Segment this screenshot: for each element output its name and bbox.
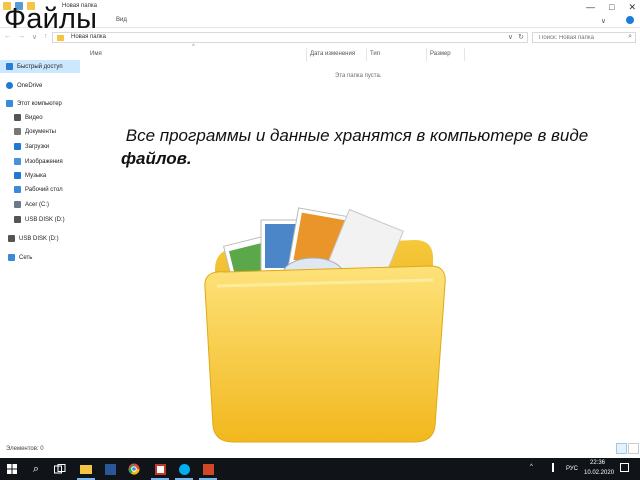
tab-view[interactable]: Вид — [116, 17, 127, 23]
sidebar-item-label: Рабочий стол — [25, 186, 63, 193]
refresh-icon[interactable]: ↻ — [518, 33, 524, 41]
star-icon — [6, 63, 13, 70]
sidebar-item-drive-c[interactable]: Acer (C:) — [0, 198, 80, 211]
column-header-name[interactable]: Имя — [90, 51, 102, 57]
column-divider[interactable] — [306, 48, 307, 61]
search-icon[interactable]: ⌕ — [628, 33, 632, 41]
search-input[interactable] — [539, 34, 619, 42]
editor-app-icon — [154, 463, 166, 475]
close-button[interactable]: ✕ — [628, 1, 636, 13]
usb-icon — [8, 235, 15, 242]
sort-arrow-icon: ^ — [192, 44, 195, 50]
pictures-icon — [14, 158, 21, 165]
maximize-button[interactable]: □ — [609, 1, 614, 13]
status-bar: Элементов: 0 — [0, 440, 640, 458]
sidebar-item-label: Сеть — [19, 254, 33, 261]
windows-logo-icon — [7, 464, 17, 474]
chevron-down-icon[interactable]: ∨ — [601, 17, 606, 25]
clock-time[interactable]: 22:36 — [590, 460, 605, 466]
chevron-down-icon[interactable]: ∨ — [508, 33, 513, 41]
help-icon[interactable] — [626, 16, 634, 24]
notifications-icon[interactable] — [620, 463, 629, 472]
taskbar-app-chrome[interactable] — [122, 458, 146, 480]
sidebar-item-this-pc[interactable]: Этот компьютер — [0, 97, 80, 110]
sidebar-item-label: Изображения — [25, 158, 63, 165]
taskbar-app-explorer[interactable] — [74, 458, 98, 480]
task-view-button[interactable] — [48, 458, 72, 480]
search-box[interactable]: ⌕ — [532, 32, 636, 43]
column-divider[interactable] — [366, 48, 367, 61]
tray-overflow-chevron[interactable]: ^ — [530, 464, 533, 470]
address-bar[interactable]: Новая папка ∨ ↻ — [52, 32, 528, 43]
sidebar-item-usb-disk[interactable]: USB DISK (D:) — [0, 213, 80, 226]
large-icons-view-icon[interactable] — [628, 443, 639, 454]
column-divider[interactable] — [464, 48, 465, 61]
item-count: Элементов: 0 — [6, 446, 44, 452]
column-divider[interactable] — [426, 48, 427, 61]
task-view-icon — [54, 464, 66, 474]
caption-emphasis: файлов. — [121, 149, 192, 168]
sidebar-item-label: Быстрый доступ — [17, 63, 63, 70]
column-header-size[interactable]: Размер — [430, 51, 451, 57]
battery-icon[interactable] — [552, 463, 554, 472]
documents-icon — [14, 128, 21, 135]
desktop-icon — [14, 186, 21, 193]
skype-icon — [178, 463, 190, 475]
file-explorer-icon — [80, 464, 92, 474]
minimize-button[interactable]: — — [586, 1, 595, 13]
sidebar-item-label: USB DISK (D:) — [19, 235, 59, 242]
taskbar-app-powerpoint[interactable] — [196, 458, 220, 480]
sidebar-item-label: Загрузки — [25, 143, 50, 150]
slide-title: Файлы — [4, 3, 98, 35]
start-button[interactable] — [0, 458, 24, 480]
sidebar-item-documents[interactable]: Документы — [0, 125, 80, 138]
empty-folder-message: Эта папка пуста. — [335, 73, 382, 79]
sidebar-item-label: Музыка — [25, 172, 47, 179]
drive-icon — [14, 201, 21, 208]
sidebar-item-video[interactable]: Видео — [0, 111, 80, 124]
sidebar-item-downloads[interactable]: Загрузки — [0, 140, 80, 153]
sidebar-item-quick-access[interactable]: Быстрый доступ — [0, 60, 80, 73]
cloud-icon — [6, 82, 13, 89]
slide-caption: Все программы и данные хранятся в компью… — [121, 124, 631, 170]
chrome-icon — [128, 463, 140, 475]
sidebar-item-usb-disk-root[interactable]: USB DISK (D:) — [0, 232, 80, 245]
sidebar-item-label: Видео — [25, 114, 43, 121]
sidebar-item-pictures[interactable]: Изображения — [0, 155, 80, 168]
usb-icon — [14, 216, 21, 223]
window-controls: — □ ✕ — [586, 1, 636, 13]
word-icon — [104, 463, 116, 475]
sidebar-item-onedrive[interactable]: OneDrive — [0, 79, 80, 92]
video-icon — [14, 114, 21, 121]
sidebar-item-label: Документы — [25, 128, 56, 135]
details-view-icon[interactable] — [616, 443, 627, 454]
taskbar-search-button[interactable]: ⌕ — [24, 458, 48, 480]
computer-icon — [6, 100, 13, 107]
search-icon: ⌕ — [32, 462, 40, 475]
folder-with-files-icon — [204, 207, 446, 443]
caption-text: Все программы и данные хранятся в компью… — [125, 126, 589, 145]
sidebar-item-label: Этот компьютер — [17, 100, 62, 107]
taskbar-app-word[interactable] — [98, 458, 122, 480]
column-header-date[interactable]: Дата изменения — [310, 51, 355, 57]
clock-date[interactable]: 10.02.2020 — [584, 470, 614, 476]
navigation-pane: Быстрый доступ OneDrive Этот компьютер В… — [0, 47, 80, 440]
taskbar-app-editor[interactable] — [148, 458, 172, 480]
download-icon — [14, 143, 21, 150]
explorer-window: { "slide": { "title": "Файлы", "caption_… — [0, 0, 640, 480]
sidebar-item-label: Acer (C:) — [25, 201, 49, 208]
column-header-type[interactable]: Тип — [370, 51, 380, 57]
network-icon — [8, 254, 15, 261]
sidebar-item-music[interactable]: Музыка — [0, 169, 80, 182]
sidebar-item-label: USB DISK (D:) — [25, 216, 65, 223]
taskbar-app-skype[interactable] — [172, 458, 196, 480]
sidebar-item-desktop[interactable]: Рабочий стол — [0, 183, 80, 196]
music-icon — [14, 172, 21, 179]
sidebar-item-label: OneDrive — [17, 82, 43, 89]
powerpoint-icon — [202, 463, 214, 475]
taskbar: ⌕ ^ РУС 22:36 10.02.2020 — [0, 458, 640, 480]
sidebar-item-network[interactable]: Сеть — [0, 251, 80, 264]
language-indicator[interactable]: РУС — [566, 466, 578, 472]
